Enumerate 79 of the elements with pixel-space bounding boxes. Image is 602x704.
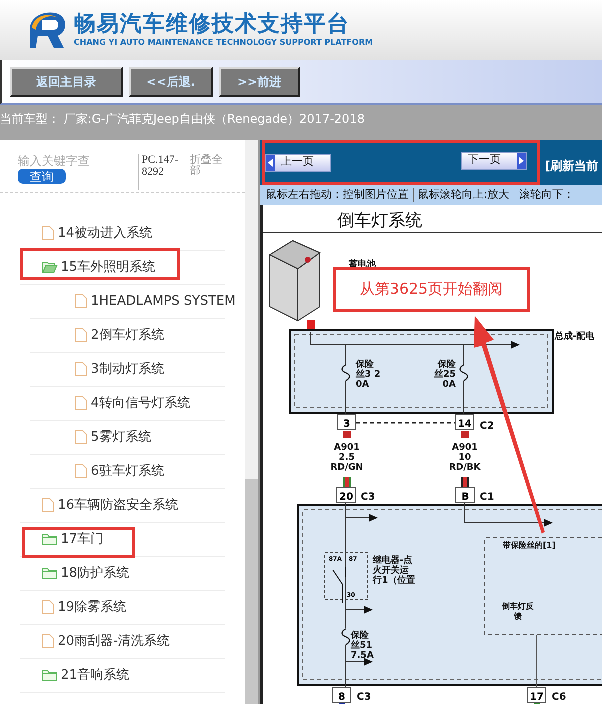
parts-code: PC.147-8292: [142, 154, 180, 178]
previous-page-button[interactable]: 上一页: [265, 154, 331, 172]
connector-pin: 20: [336, 488, 356, 504]
wire-stub: [534, 703, 540, 704]
tree-item[interactable]: 19除雾系统: [42, 598, 127, 618]
connector-pin: B: [456, 488, 476, 504]
tree-item[interactable]: 16车辆防盗安全系统: [42, 496, 179, 516]
connector-pin: 17: [528, 688, 546, 704]
current-model-text: 当前车型： 厂家:G-广汽菲克Jeep自由侠（Renegade）2017-2018: [0, 112, 365, 126]
fuse-symbol: [460, 364, 468, 382]
wire-label: A901 2.5 RD/GN: [330, 443, 364, 473]
fuse-note-label: 带保险丝的[1]: [503, 541, 556, 550]
search-field[interactable]: 输入关键字查: [18, 154, 136, 168]
hint-text: 鼠标左右拖动：控制图片位置: [266, 186, 409, 203]
wire-stub: [343, 431, 351, 438]
tree-item[interactable]: 21音响系统: [42, 666, 130, 686]
tree-item[interactable]: 18防护系统: [42, 564, 130, 584]
connector-label: C2: [480, 421, 494, 432]
wire-stub: [339, 703, 345, 704]
tree-item[interactable]: 2倒车灯系统: [75, 326, 164, 346]
document-icon: [42, 498, 55, 513]
document-icon: [75, 430, 88, 445]
wire-stub: [343, 477, 351, 488]
refresh-link[interactable]: [刷新当前: [545, 156, 598, 174]
document-icon: [75, 396, 88, 411]
document-icon: [42, 226, 55, 241]
document-icon: [75, 328, 88, 343]
tree-item[interactable]: 1HEADLAMPS SYSTEM: [75, 292, 236, 312]
connector-label: C3: [361, 492, 376, 503]
folder-icon: [42, 567, 58, 580]
open-folder-icon: [42, 261, 58, 274]
scrollbar[interactable]: [245, 140, 260, 704]
fuse-symbol: [342, 628, 350, 646]
tree-item[interactable]: 14被动进入系统: [42, 224, 153, 244]
search-button[interactable]: 查询: [18, 169, 66, 184]
folder-icon: [42, 533, 58, 546]
wire-arrow: [346, 658, 373, 666]
tree-item[interactable]: 17车门: [42, 530, 104, 550]
document-icon: [42, 634, 55, 649]
connector-pin: 8: [332, 688, 352, 704]
fuse-label: 保险 丝25 0A: [434, 360, 456, 390]
tree-item[interactable]: 6驻车灯系统: [75, 462, 164, 482]
wire-arrow: [346, 606, 373, 614]
wire-label: A901 10 RD/BK: [449, 443, 481, 473]
wire-line: [536, 634, 538, 688]
next-page-button[interactable]: 下一页: [461, 152, 527, 170]
connector-label: C3: [357, 692, 372, 703]
tree-item[interactable]: 5雾灯系统: [75, 428, 152, 448]
tree-item[interactable]: 4转向信号灯系统: [75, 394, 190, 414]
document-icon: [75, 464, 88, 479]
module-label: 总成-配电: [555, 332, 595, 342]
site-title: 畅易汽车维修技术支持平台: [74, 12, 351, 38]
connector-pin: 14: [456, 414, 474, 430]
tree-item[interactable]: 15车外照明系统: [42, 258, 156, 278]
site-subtitle: CHANG YI AUTO MAINTENANCE TECHNOLOGY SUPPORT PLATFORM: [74, 38, 374, 48]
wire-stub: [461, 477, 469, 488]
wire-line: [464, 502, 466, 524]
hint-text: 滚轮向下：: [520, 186, 575, 203]
fuse-label: 保险 丝51 7.5A: [351, 631, 374, 661]
scrollbar-thumb[interactable]: [245, 479, 258, 704]
connector-label: C1: [480, 492, 494, 503]
callout-text: 从第3625页开始翻阅: [360, 279, 504, 300]
fuse-symbol: [342, 364, 350, 382]
tree-item[interactable]: 3制动灯系统: [75, 360, 164, 380]
document-icon: [75, 294, 88, 309]
wire-arrow: [346, 514, 378, 522]
connector-pin: 3: [338, 414, 356, 430]
document-icon: [42, 600, 55, 615]
tree-item[interactable]: 20雨刮器-清洗系统: [42, 632, 170, 652]
hint-text: 鼠标滚轮向上:放大: [418, 186, 510, 203]
connector-label: C6: [552, 692, 566, 703]
fuse-label: 保险 丝3 2 0A: [356, 360, 381, 390]
feedback-label: 倒车灯反 馈: [502, 602, 534, 621]
diagram-title: 倒车灯系统: [338, 211, 422, 231]
document-icon: [75, 362, 88, 377]
relay-label: 继电器-点 火开关运 行1（位置: [373, 556, 416, 586]
wire-stub: [461, 431, 469, 438]
wire-line: [310, 332, 312, 346]
folder-icon: [42, 669, 58, 682]
